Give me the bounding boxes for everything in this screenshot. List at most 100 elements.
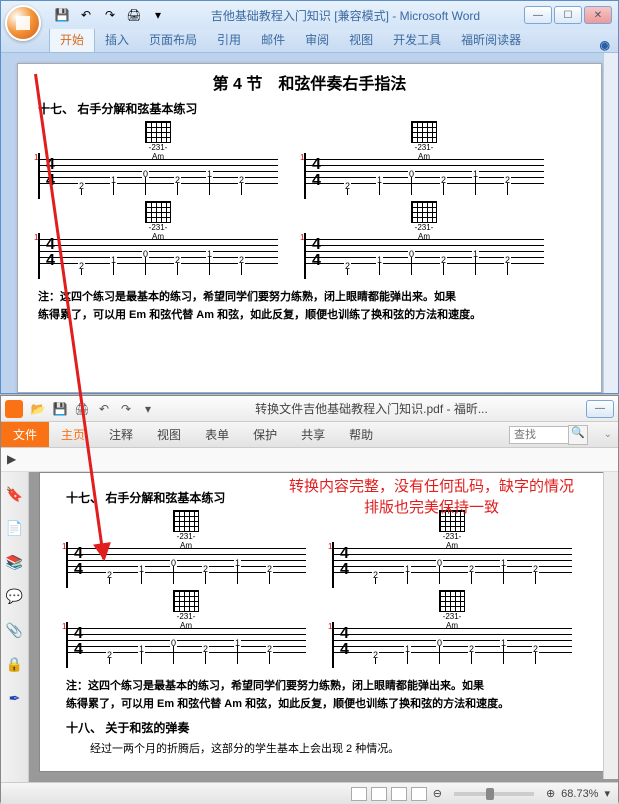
word-page: 第 4 节 和弦伴奏右手指法 十七、 右手分解和弦基本练习 -231-Am 1 … — [17, 63, 602, 393]
foxit-doc-area[interactable]: 转换内容完整，没有任何乱码，缺字的情况 排版也完美保持一致 十七、 右手分解和弦… — [29, 472, 618, 782]
search-input[interactable] — [509, 426, 569, 444]
tablature-row-2: -231-Am 1 44 210212 -231-Am 1 44 210212 — [38, 201, 581, 279]
tab-staff: 1 44 210212 — [304, 233, 544, 279]
foxit-search: 🔍 — [509, 425, 588, 445]
tab-protect[interactable]: 保护 — [241, 421, 289, 448]
tablature-block: -231-Am 1 44 210212 — [332, 590, 572, 668]
tab-share[interactable]: 共享 — [289, 421, 337, 448]
collapse-ribbon-icon[interactable]: ⌄ — [604, 429, 612, 440]
save-icon[interactable]: 💾 — [53, 6, 71, 24]
qat-dropdown-icon[interactable]: ▾ — [149, 6, 167, 24]
view-continuous-icon[interactable] — [371, 787, 387, 801]
tablature-block: -231-Am 1 44 210212 — [304, 121, 544, 199]
view-continuous-facing-icon[interactable] — [411, 787, 427, 801]
tab-mail[interactable]: 邮件 — [251, 27, 295, 52]
minimize-button[interactable]: — — [586, 400, 614, 418]
qat-dropdown-icon[interactable]: ▾ — [139, 400, 157, 418]
security-icon[interactable]: 🔒 — [5, 654, 25, 674]
foxit-statusbar: ⊖ ⊕ 68.73% ▾ — [1, 782, 618, 804]
tablature-row-2: -231-Am 1 44 210212 -231-Am 1 44 210212 — [66, 590, 581, 668]
tablature-block: -231-Am 1 44 210212 — [38, 121, 278, 199]
word-window: 💾 ↶ ↷ 🖨 ▾ 吉他基础教程入门知识 [兼容模式] - Microsoft … — [0, 0, 619, 394]
layers-icon[interactable]: 📚 — [5, 552, 25, 572]
tab-comment[interactable]: 注释 — [97, 421, 145, 448]
zoom-out-button[interactable]: ⊖ — [433, 787, 442, 800]
tab-view[interactable]: 视图 — [339, 27, 383, 52]
quick-access-toolbar: 💾 ↶ ↷ 🖨 ▾ — [53, 6, 167, 24]
foxit-title: 转换文件吉他基础教程入门知识.pdf - 福昕... — [163, 400, 580, 417]
tab-form[interactable]: 表单 — [193, 421, 241, 448]
foxit-sidebar: 🔖 📄 📚 💬 📎 🔒 ✒ — [1, 472, 29, 782]
redo-icon[interactable]: ↷ — [101, 6, 119, 24]
foxit-file-button[interactable]: 文件 — [1, 422, 49, 447]
redo-icon[interactable]: ↷ — [117, 400, 135, 418]
section-17-title: 十七、 右手分解和弦基本练习 — [38, 100, 581, 117]
footnote: 注：这四个练习是最基本的练习，希望同学们要努力练熟，闭上眼睛都能弹出来。如果 练… — [66, 678, 581, 713]
tab-home[interactable]: 开始 — [49, 26, 95, 52]
window-controls: — ☐ ✕ — [524, 6, 612, 24]
doc-heading: 第 4 节 和弦伴奏右手指法 — [38, 70, 581, 94]
tab-pagelayout[interactable]: 页面布局 — [139, 27, 207, 52]
chord-diagram: -231-Am — [173, 510, 199, 540]
comments-icon[interactable]: 💬 — [5, 586, 25, 606]
office-button[interactable] — [5, 5, 41, 41]
chord-diagram: -231-Am — [411, 121, 437, 151]
undo-icon[interactable]: ↶ — [95, 400, 113, 418]
red-annotation-text: 转换内容完整，没有任何乱码，缺字的情况 排版也完美保持一致 — [289, 476, 574, 518]
foxit-vertical-scrollbar[interactable] — [603, 472, 618, 779]
tablature-block: -231-Am 1 44 210212 — [38, 201, 278, 279]
signature-icon[interactable]: ✒ — [5, 688, 25, 708]
word-content-area: 第 4 节 和弦伴奏右手指法 十七、 右手分解和弦基本练习 -231-Am 1 … — [1, 53, 618, 393]
tab-staff: 1 44 210212 — [332, 622, 572, 668]
attachments-icon[interactable]: 📎 — [5, 620, 25, 640]
undo-icon[interactable]: ↶ — [77, 6, 95, 24]
footnote: 注：这四个练习是最基本的练习，希望同学们要努力练熟，闭上眼睛都能弹出来。如果 练… — [38, 289, 581, 324]
chord-diagram: -231-Am — [439, 590, 465, 620]
view-mode-icons — [351, 787, 427, 801]
open-icon[interactable]: 📂 — [29, 400, 47, 418]
view-single-icon[interactable] — [351, 787, 367, 801]
pages-icon[interactable]: 📄 — [5, 518, 25, 538]
foxit-logo-icon[interactable] — [5, 400, 23, 418]
tab-foxit[interactable]: 福昕阅读器 — [451, 27, 531, 52]
zoom-in-button[interactable]: ⊕ — [546, 787, 555, 800]
close-button[interactable]: ✕ — [584, 6, 612, 24]
tab-developer[interactable]: 开发工具 — [383, 27, 451, 52]
tab-staff: 1 44 210212 — [304, 153, 544, 199]
search-button[interactable]: 🔍 — [568, 425, 588, 445]
foxit-window-controls: — — [586, 400, 614, 418]
chord-diagram: -231-Am — [173, 590, 199, 620]
word-title: 吉他基础教程入门知识 [兼容模式] - Microsoft Word — [167, 7, 524, 24]
word-vertical-scrollbar[interactable] — [603, 53, 618, 393]
tab-view[interactable]: 视图 — [145, 421, 193, 448]
zoom-slider[interactable] — [454, 792, 534, 796]
zoom-dropdown-icon[interactable]: ▾ — [604, 787, 610, 800]
section-18-line: 经过一两个月的折腾后，这部分的学生基本上会出现 2 种情况。 — [66, 740, 581, 756]
foxit-doc-tabs: ▶ — [1, 448, 618, 472]
view-facing-icon[interactable] — [391, 787, 407, 801]
tab-references[interactable]: 引用 — [207, 27, 251, 52]
minimize-button[interactable]: — — [524, 6, 552, 24]
help-icon[interactable]: ◉ — [600, 38, 610, 52]
word-titlebar: 💾 ↶ ↷ 🖨 ▾ 吉他基础教程入门知识 [兼容模式] - Microsoft … — [1, 1, 618, 29]
tablature-row-1: -231-Am 1 44 210212 -231-Am 1 44 210212 — [66, 510, 581, 588]
print-preview-icon[interactable]: 🖨 — [125, 6, 143, 24]
tab-help[interactable]: 帮助 — [337, 421, 385, 448]
bookmark-icon[interactable]: 🔖 — [5, 484, 25, 504]
foxit-window: 📂 💾 🖨 ↶ ↷ ▾ 转换文件吉他基础教程入门知识.pdf - 福昕... —… — [0, 395, 619, 802]
foxit-titlebar: 📂 💾 🖨 ↶ ↷ ▾ 转换文件吉他基础教程入门知识.pdf - 福昕... — — [1, 396, 618, 422]
foxit-qat: 📂 💾 🖨 ↶ ↷ ▾ — [29, 400, 157, 418]
section-18-title: 十八、 关于和弦的弹奏 — [66, 719, 581, 736]
maximize-button[interactable]: ☐ — [554, 6, 582, 24]
chord-diagram: -231-Am — [145, 201, 171, 231]
tab-insert[interactable]: 插入 — [95, 27, 139, 52]
save-icon[interactable]: 💾 — [51, 400, 69, 418]
doc-tab-arrow-icon[interactable]: ▶ — [7, 452, 23, 468]
tab-review[interactable]: 审阅 — [295, 27, 339, 52]
tab-home[interactable]: 主页 — [49, 421, 97, 448]
zoom-value: 68.73% — [561, 788, 598, 800]
word-ribbon-tabs: 开始 插入 页面布局 引用 邮件 审阅 视图 开发工具 福昕阅读器 ◉ — [1, 29, 618, 53]
tablature-row-1: -231-Am 1 44 210212 -231-Am 1 44 210212 — [38, 121, 581, 199]
chord-diagram: -231-Am — [145, 121, 171, 151]
tab-staff: 1 44 210212 — [38, 233, 278, 279]
